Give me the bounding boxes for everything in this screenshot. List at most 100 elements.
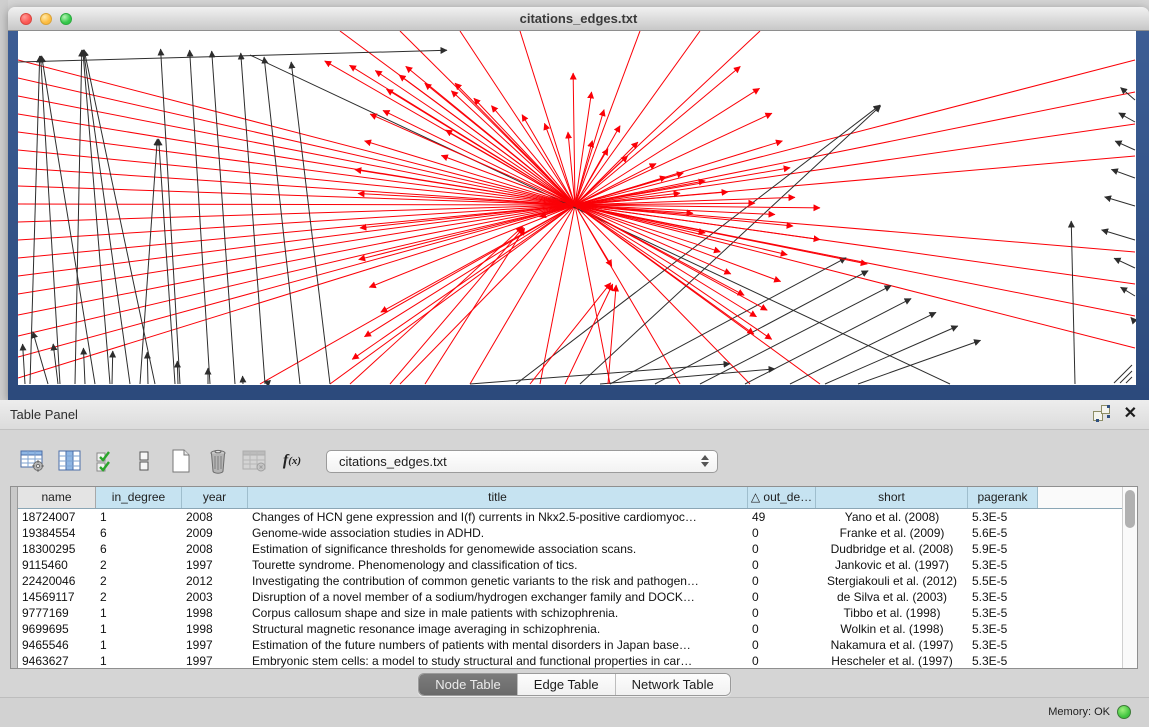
table-cell[interactable]: 2008 xyxy=(182,509,248,525)
selection-mode-icon[interactable] xyxy=(90,444,124,478)
table-cell[interactable]: 5.6E-5 xyxy=(968,525,1038,541)
tab-node-table[interactable]: Node Table xyxy=(419,674,518,695)
graph-edge[interactable] xyxy=(575,205,610,384)
table-cell[interactable]: Corpus callosum shape and size in male p… xyxy=(248,605,748,621)
table-cell[interactable]: 9699695 xyxy=(18,621,96,637)
table-cell[interactable]: 14569117 xyxy=(18,589,96,605)
table-row[interactable]: 946554611997Estimation of the future num… xyxy=(18,637,1122,653)
table-cell[interactable]: 5.3E-5 xyxy=(968,653,1038,668)
table-cell[interactable]: Stergiakouli et al. (2012) xyxy=(816,573,968,589)
graph-edge[interactable] xyxy=(364,205,575,337)
table-cell[interactable]: 1997 xyxy=(182,653,248,668)
graph-edge[interactable] xyxy=(1105,197,1135,206)
table-cell[interactable]: 9463627 xyxy=(18,653,96,668)
graph-edge[interactable] xyxy=(575,92,1135,205)
vertical-scrollbar[interactable] xyxy=(1122,487,1137,668)
table-cell[interactable]: 49 xyxy=(748,509,816,525)
graph-edge[interactable] xyxy=(460,31,575,205)
table-cell[interactable]: 0 xyxy=(748,621,816,637)
graph-edge[interactable] xyxy=(75,50,82,384)
graph-edge[interactable] xyxy=(84,50,155,384)
graph-edge[interactable] xyxy=(575,205,781,282)
window-titlebar[interactable]: citations_edges.txt xyxy=(8,7,1149,31)
column-header-title[interactable]: title xyxy=(248,487,748,508)
table-cell[interactable]: Jankovic et al. (1997) xyxy=(816,557,968,573)
table-cell[interactable]: 0 xyxy=(748,573,816,589)
table-cell[interactable]: 5.3E-5 xyxy=(968,605,1038,621)
table-cell[interactable]: 1998 xyxy=(182,621,248,637)
tab-edge-table[interactable]: Edge Table xyxy=(518,674,616,695)
graph-edge[interactable] xyxy=(1111,169,1135,178)
column-header-name[interactable]: name xyxy=(18,487,96,508)
table-cell[interactable]: Changes of HCN gene expression and I(f) … xyxy=(248,509,748,525)
close-panel-icon[interactable]: ✕ xyxy=(1124,405,1137,422)
table-cell[interactable]: Dudbridge et al. (2008) xyxy=(816,541,968,557)
graph-edge[interactable] xyxy=(18,204,575,205)
graph-edge[interactable] xyxy=(425,228,525,384)
table-cell[interactable]: 1 xyxy=(96,653,182,668)
graph-edge[interactable] xyxy=(375,71,575,205)
graph-edge[interactable] xyxy=(41,56,60,384)
table-cell[interactable]: 5.5E-5 xyxy=(968,573,1038,589)
graph-edge[interactable] xyxy=(212,51,235,384)
graph-edge[interactable] xyxy=(140,139,157,384)
show-columns-icon[interactable] xyxy=(53,444,87,478)
table-cell[interactable]: 6 xyxy=(96,525,182,541)
table-cell[interactable]: 5.9E-5 xyxy=(968,541,1038,557)
graph-edge[interactable] xyxy=(575,60,1135,205)
network-canvas[interactable] xyxy=(18,31,1136,385)
table-cell[interactable]: 0 xyxy=(748,605,816,621)
table-cell[interactable]: 22420046 xyxy=(18,573,96,589)
table-cell[interactable]: 1997 xyxy=(182,637,248,653)
graph-edge[interactable] xyxy=(565,284,613,384)
table-cell[interactable]: 18724007 xyxy=(18,509,96,525)
table-cell[interactable]: 2 xyxy=(96,557,182,573)
table-mode-icon[interactable] xyxy=(16,444,50,478)
table-cell[interactable]: 9115460 xyxy=(18,557,96,573)
graph-edge[interactable] xyxy=(33,332,48,384)
graph-edge[interactable] xyxy=(520,31,575,205)
table-cell[interactable]: 19384554 xyxy=(18,525,96,541)
graph-edge[interactable] xyxy=(53,344,58,384)
graph-edge[interactable] xyxy=(23,344,25,384)
graph-edge[interactable] xyxy=(18,78,575,205)
table-cell[interactable]: 1 xyxy=(96,637,182,653)
column-header-out_de[interactable]: △ out_de… xyxy=(748,487,816,508)
column-header-pagerank[interactable]: pagerank xyxy=(968,487,1038,508)
create-column-icon[interactable] xyxy=(164,444,198,478)
table-select-dropdown[interactable]: citations_edges.txt xyxy=(326,450,718,473)
table-cell[interactable]: 5.3E-5 xyxy=(968,557,1038,573)
graph-edge[interactable] xyxy=(580,106,881,384)
table-cell[interactable]: Investigating the contribution of common… xyxy=(248,573,748,589)
table-cell[interactable]: 0 xyxy=(748,653,816,668)
table-cell[interactable]: 1 xyxy=(96,621,182,637)
table-cell[interactable]: 2003 xyxy=(182,589,248,605)
graph-edge[interactable] xyxy=(18,205,575,258)
column-header-short[interactable]: short xyxy=(816,487,968,508)
graph-edge[interactable] xyxy=(387,89,575,205)
graph-edge[interactable] xyxy=(352,205,575,359)
table-cell[interactable]: 6 xyxy=(96,541,182,557)
table-cell[interactable]: Nakamura et al. (1997) xyxy=(816,637,968,653)
graph-edge[interactable] xyxy=(147,352,148,384)
table-cell[interactable]: 0 xyxy=(748,525,816,541)
table-row[interactable]: 1938455462009Genome-wide association stu… xyxy=(18,525,1122,541)
delete-table-icon[interactable] xyxy=(238,444,272,478)
graph-edge[interactable] xyxy=(1121,287,1135,296)
graph-edge[interactable] xyxy=(575,31,700,205)
table-cell[interactable]: Tourette syndrome. Phenomenology and cla… xyxy=(248,557,748,573)
table-cell[interactable]: 5.3E-5 xyxy=(968,637,1038,653)
table-cell[interactable]: Disruption of a novel member of a sodium… xyxy=(248,589,748,605)
tab-network-table[interactable]: Network Table xyxy=(616,674,730,695)
graph-edge[interactable] xyxy=(575,205,756,317)
delete-columns-icon[interactable] xyxy=(201,444,235,478)
graph-edge[interactable] xyxy=(655,271,868,384)
graph-edge[interactable] xyxy=(1071,221,1075,384)
column-header-year[interactable]: year xyxy=(182,487,248,508)
table-cell[interactable]: 5.3E-5 xyxy=(968,509,1038,525)
table-cell[interactable]: 1 xyxy=(96,605,182,621)
table-cell[interactable]: Wolkin et al. (1998) xyxy=(816,621,968,637)
graph-edge[interactable] xyxy=(83,50,130,384)
table-cell[interactable]: Estimation of the future numbers of pati… xyxy=(248,637,748,653)
graph-edge[interactable] xyxy=(177,361,178,384)
